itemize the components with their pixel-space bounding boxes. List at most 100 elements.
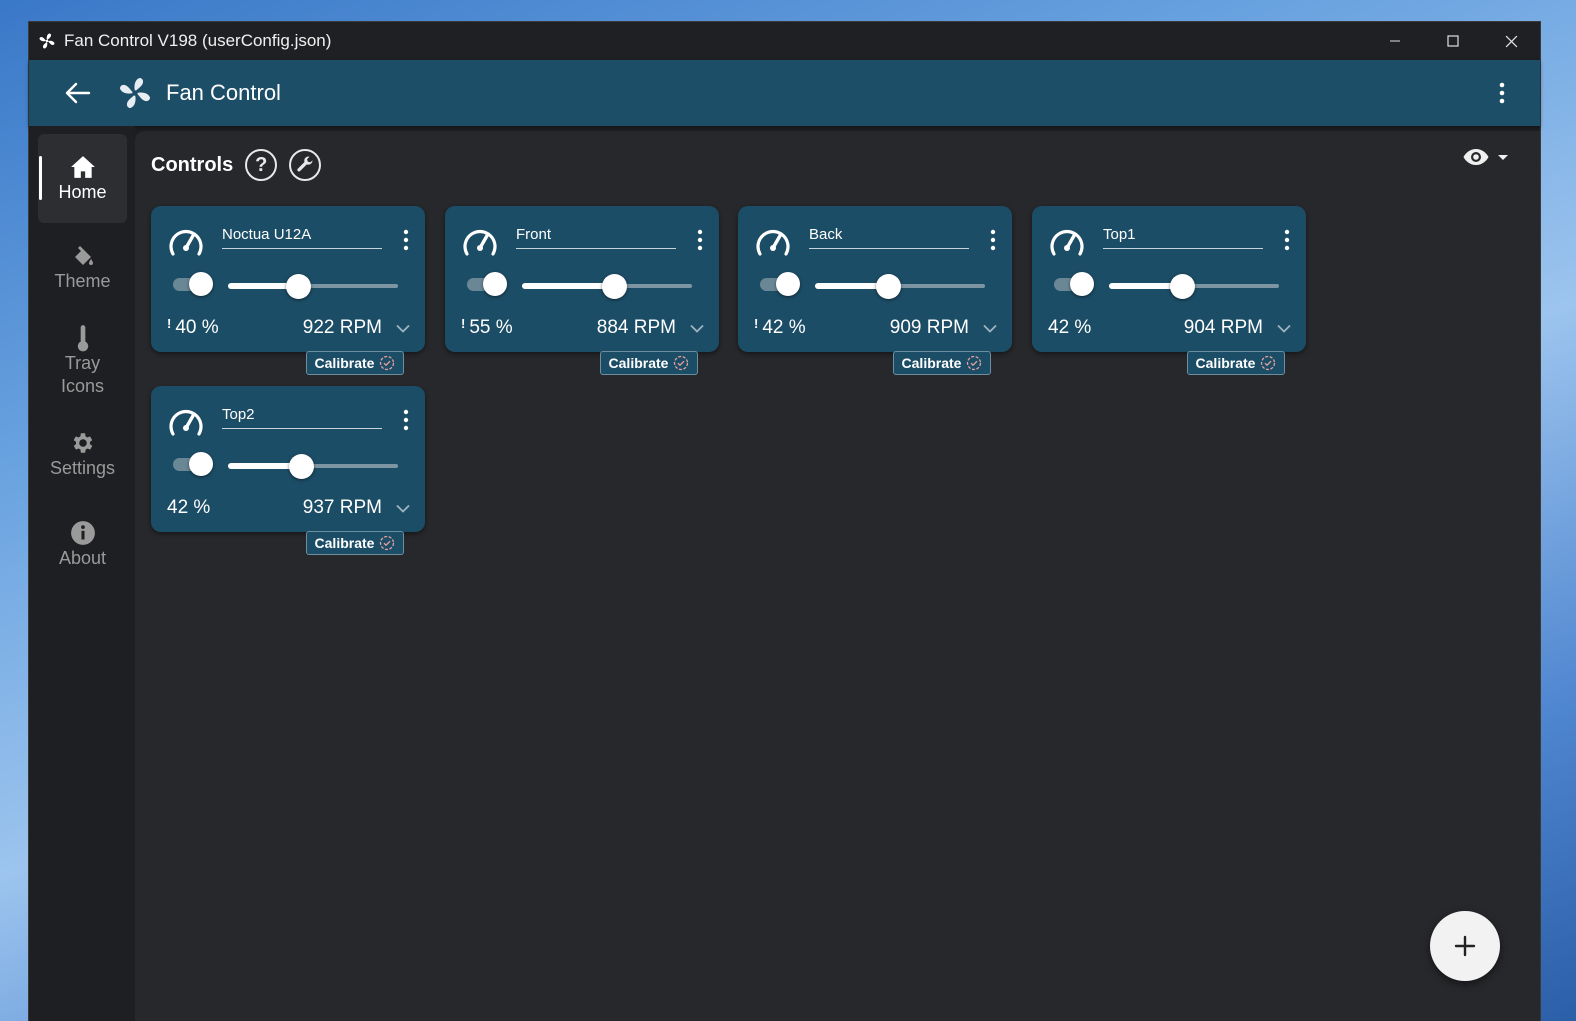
- title-bar[interactable]: Fan Control V198 (userConfig.json): [29, 22, 1540, 60]
- control-name-field[interactable]: Top2: [222, 406, 382, 429]
- control-name-field[interactable]: Top1: [1103, 226, 1263, 249]
- warning-icon: !: [461, 316, 466, 331]
- speed-slider[interactable]: [228, 454, 398, 479]
- speed-slider[interactable]: [228, 274, 398, 299]
- speed-percent-value: 42 %: [1048, 317, 1092, 338]
- more-vertical-icon: [1499, 82, 1505, 104]
- chevron-down-icon: [1277, 324, 1291, 333]
- more-vertical-icon: [697, 229, 703, 251]
- visibility-menu-button[interactable]: [1462, 147, 1510, 167]
- enable-toggle[interactable]: [173, 452, 213, 476]
- app-window: Fan Control V198 (userConfig.json) Fan C…: [28, 21, 1541, 1021]
- sidebar-item-theme[interactable]: Theme: [38, 229, 127, 307]
- thermometer-icon: [70, 324, 96, 351]
- speed-percent-value: 42 %: [167, 497, 211, 518]
- control-name-field[interactable]: Noctua U12A: [222, 226, 382, 249]
- eye-icon: [1463, 149, 1489, 165]
- maximize-button[interactable]: [1424, 22, 1482, 60]
- arrow-left-icon: [65, 82, 91, 104]
- expand-button[interactable]: [395, 320, 411, 336]
- calibrate-label: Calibrate: [314, 355, 375, 371]
- rpm-value: 922 RPM: [302, 317, 382, 338]
- card-more-button[interactable]: [988, 228, 998, 252]
- fan-logo-icon: [117, 75, 153, 111]
- rpm-value: 909 RPM: [889, 317, 969, 338]
- minimize-button[interactable]: [1366, 22, 1424, 60]
- warning-icon: !: [167, 316, 172, 331]
- calibrate-button[interactable]: Calibrate: [306, 531, 404, 555]
- help-button[interactable]: ?: [245, 149, 278, 181]
- control-name-field[interactable]: Front: [516, 226, 676, 249]
- speed-slider[interactable]: [1109, 274, 1279, 299]
- slider-thumb[interactable]: [601, 274, 627, 299]
- expand-button[interactable]: [395, 500, 411, 516]
- slider-thumb[interactable]: [1170, 274, 1196, 299]
- help-icon: ?: [255, 153, 268, 176]
- window-title: Fan Control V198 (userConfig.json): [64, 31, 332, 50]
- speed-percent: ! 55 %: [461, 316, 513, 339]
- controls-panel: Controls ? Noctua U12A ! 40 % 922 RPM Ca…: [135, 131, 1540, 1021]
- fan-control-card: Top1 42 % 904 RPM: [1032, 206, 1306, 352]
- speedometer-icon: [167, 404, 205, 438]
- more-vertical-icon: [403, 409, 409, 431]
- app-title: Fan Control: [166, 80, 281, 105]
- fan-icon: [38, 31, 58, 51]
- speed-percent-value: 42 %: [762, 317, 806, 338]
- minimize-icon: [1390, 40, 1400, 42]
- card-more-button[interactable]: [401, 228, 411, 252]
- chevron-down-icon: [983, 324, 997, 333]
- speedometer-icon: [167, 224, 205, 258]
- control-name-field[interactable]: Back: [809, 226, 969, 249]
- sidebar-item-home[interactable]: Home: [38, 134, 127, 223]
- expand-button[interactable]: [689, 320, 705, 336]
- close-button[interactable]: [1482, 22, 1540, 60]
- calibrate-button[interactable]: Calibrate: [893, 351, 991, 375]
- tools-button[interactable]: [289, 149, 322, 181]
- expand-button[interactable]: [982, 320, 998, 336]
- gear-icon: [70, 430, 96, 456]
- more-vertical-icon: [1284, 229, 1290, 251]
- calibrate-label: Calibrate: [608, 355, 669, 371]
- speed-slider[interactable]: [815, 274, 985, 299]
- expand-button[interactable]: [1276, 320, 1292, 336]
- slider-thumb[interactable]: [289, 454, 315, 479]
- back-button[interactable]: [63, 78, 93, 108]
- speed-percent-value: 55 %: [469, 317, 513, 338]
- plus-icon: [1454, 935, 1476, 957]
- rpm-value: 884 RPM: [596, 317, 676, 338]
- speed-slider[interactable]: [522, 274, 692, 299]
- slider-thumb[interactable]: [285, 274, 311, 299]
- calibrate-button[interactable]: Calibrate: [600, 351, 698, 375]
- sidebar-item-label: Theme: [54, 271, 111, 291]
- close-icon: [1505, 35, 1517, 47]
- slider-thumb[interactable]: [876, 274, 902, 299]
- more-menu-button[interactable]: [1492, 80, 1512, 106]
- enable-toggle[interactable]: [467, 272, 507, 296]
- add-control-button[interactable]: [1430, 911, 1500, 981]
- caret-down-icon: [1498, 155, 1508, 160]
- speedometer-icon: [461, 224, 499, 258]
- app-bar: Fan Control: [29, 60, 1540, 126]
- rpm-value: 904 RPM: [1183, 317, 1263, 338]
- more-vertical-icon: [990, 229, 996, 251]
- fan-control-card: Back ! 42 % 909 RPM: [738, 206, 1012, 352]
- sidebar-item-label: Settings: [49, 458, 116, 478]
- enable-toggle[interactable]: [760, 272, 800, 296]
- paint-bucket-icon: [70, 243, 96, 269]
- controls-heading: Controls: [151, 153, 234, 176]
- card-more-button[interactable]: [695, 228, 705, 252]
- sidebar-item-label: Home: [58, 181, 107, 202]
- card-more-button[interactable]: [401, 408, 411, 432]
- calibrate-label: Calibrate: [1195, 355, 1256, 371]
- sidebar-item-tray-icons[interactable]: Tray Icons: [38, 313, 127, 409]
- enable-toggle[interactable]: [1054, 272, 1094, 296]
- card-more-button[interactable]: [1282, 228, 1292, 252]
- calibrate-button[interactable]: Calibrate: [1187, 351, 1285, 375]
- sidebar-item-about[interactable]: About: [38, 501, 127, 589]
- sidebar-item-settings[interactable]: Settings: [38, 415, 127, 495]
- enable-toggle[interactable]: [173, 272, 213, 296]
- speedometer-icon: [1048, 224, 1086, 258]
- calibrate-button[interactable]: Calibrate: [306, 351, 404, 375]
- speed-percent: 42 %: [1048, 317, 1091, 339]
- calibrate-status-icon: [966, 355, 982, 371]
